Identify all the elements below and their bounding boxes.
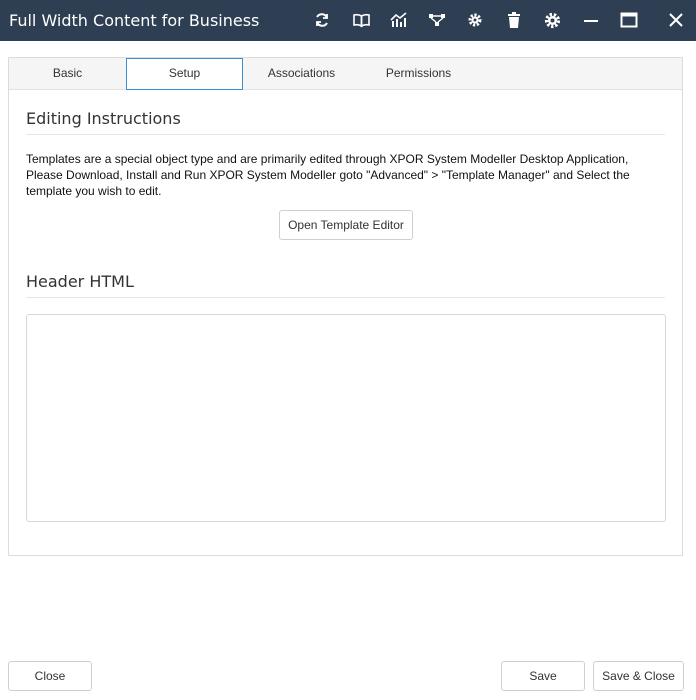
maximize-icon[interactable] bbox=[616, 8, 642, 32]
chart-icon[interactable] bbox=[386, 8, 412, 32]
workflow-icon[interactable] bbox=[424, 8, 450, 32]
settings-cog-icon[interactable] bbox=[462, 8, 488, 32]
editor-panel: Basic Setup Associations Permissions Edi… bbox=[8, 57, 683, 556]
trash-icon[interactable] bbox=[501, 8, 527, 32]
window-titlebar: Full Width Content for Business bbox=[0, 0, 696, 41]
open-template-editor-button[interactable]: Open Template Editor bbox=[279, 210, 413, 240]
tab-bar: Basic Setup Associations Permissions bbox=[9, 58, 682, 90]
tab-associations[interactable]: Associations bbox=[243, 58, 360, 90]
header-html-editor[interactable] bbox=[26, 314, 666, 522]
close-button[interactable]: Close bbox=[8, 661, 92, 691]
header-html-heading: Header HTML bbox=[26, 272, 134, 291]
save-and-close-button[interactable]: Save & Close bbox=[593, 661, 684, 691]
instructions-text: Templates are a special object type and … bbox=[26, 152, 630, 198]
editing-instructions-heading: Editing Instructions bbox=[26, 109, 181, 128]
divider bbox=[26, 297, 665, 298]
minimize-icon[interactable] bbox=[578, 8, 604, 32]
divider bbox=[26, 134, 665, 135]
book-icon[interactable] bbox=[348, 8, 374, 32]
tab-basic[interactable]: Basic bbox=[9, 58, 126, 90]
save-button[interactable]: Save bbox=[501, 661, 585, 691]
close-icon[interactable] bbox=[663, 8, 689, 32]
gear-icon[interactable] bbox=[539, 8, 565, 32]
refresh-icon[interactable] bbox=[309, 8, 335, 32]
window-title: Full Width Content for Business bbox=[9, 11, 260, 30]
tab-setup[interactable]: Setup bbox=[126, 58, 243, 90]
tab-permissions[interactable]: Permissions bbox=[360, 58, 477, 90]
